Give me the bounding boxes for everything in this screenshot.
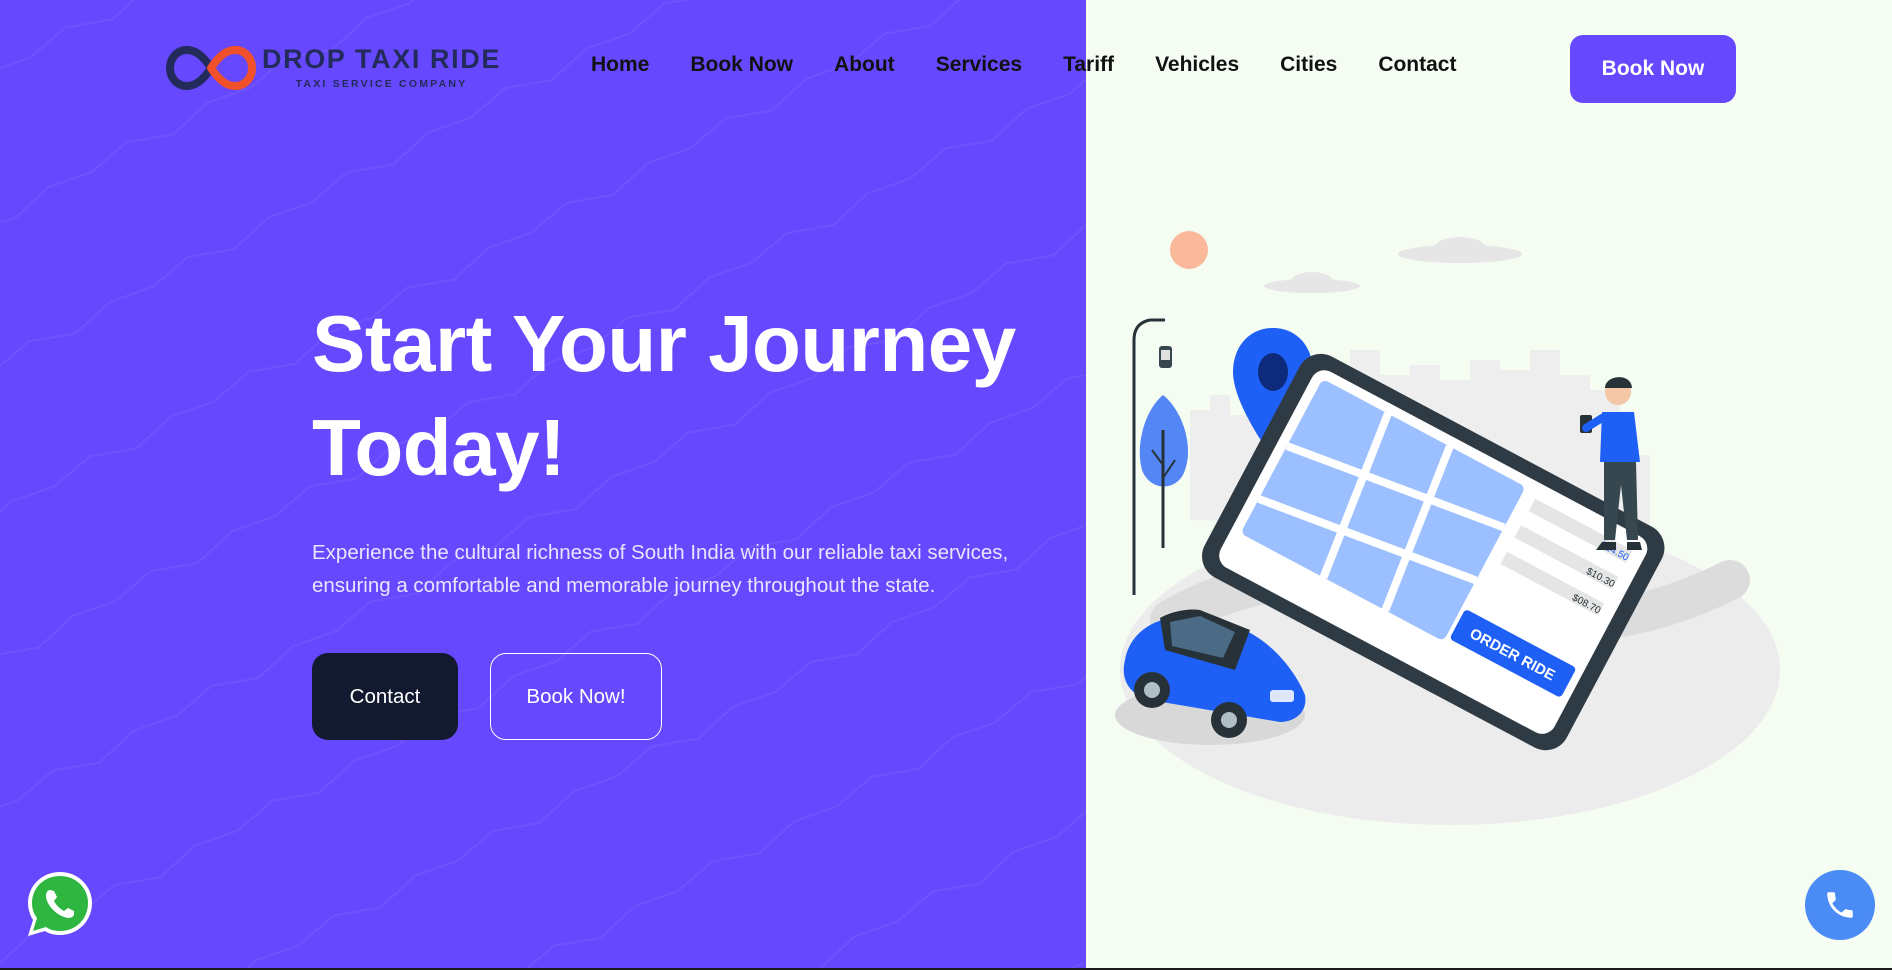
nav-vehicles[interactable]: Vehicles: [1155, 54, 1239, 75]
hero-description: Experience the cultural richness of Sout…: [312, 536, 1072, 602]
hero-contact-button[interactable]: Contact: [312, 653, 458, 740]
hero-book-now-button[interactable]: Book Now!: [490, 653, 662, 740]
sun-icon: [1170, 231, 1208, 269]
nav-tariff[interactable]: Tariff: [1063, 54, 1114, 75]
hero-title: Start Your Journey Today!: [312, 292, 1092, 500]
hero-description-line1: Experience the cultural richness of Sout…: [312, 541, 1009, 564]
hero-title-line2: Today!: [312, 403, 566, 492]
call-button[interactable]: [1805, 870, 1875, 940]
nav-book-now[interactable]: Book Now: [690, 54, 793, 75]
brand-logo[interactable]: DROP TAXI RIDE TAXI SERVICE COMPANY: [166, 40, 501, 96]
brand-name: DROP TAXI RIDE: [262, 44, 501, 74]
hero-title-line1: Start Your Journey: [312, 299, 1016, 388]
nav-home[interactable]: Home: [591, 54, 649, 75]
nav-services[interactable]: Services: [936, 54, 1022, 75]
infinity-logo-icon: [166, 45, 256, 91]
hero-description-line2: ensuring a comfortable and memorable jou…: [312, 574, 936, 597]
nav-contact[interactable]: Contact: [1378, 54, 1456, 75]
brand-tagline: TAXI SERVICE COMPANY: [295, 78, 468, 90]
nav-about[interactable]: About: [834, 54, 895, 75]
whatsapp-icon: [28, 872, 92, 936]
taxi-app-illustration: ORDER RIDE $14.50 $10.30 $08.70: [1115, 231, 1780, 825]
main-nav: Home Book Now About Services Tariff Vehi…: [591, 54, 1456, 75]
phone-icon: [1827, 892, 1853, 918]
whatsapp-button[interactable]: [24, 868, 96, 940]
nav-cities[interactable]: Cities: [1280, 54, 1337, 75]
header-book-now-button[interactable]: Book Now: [1570, 35, 1736, 103]
